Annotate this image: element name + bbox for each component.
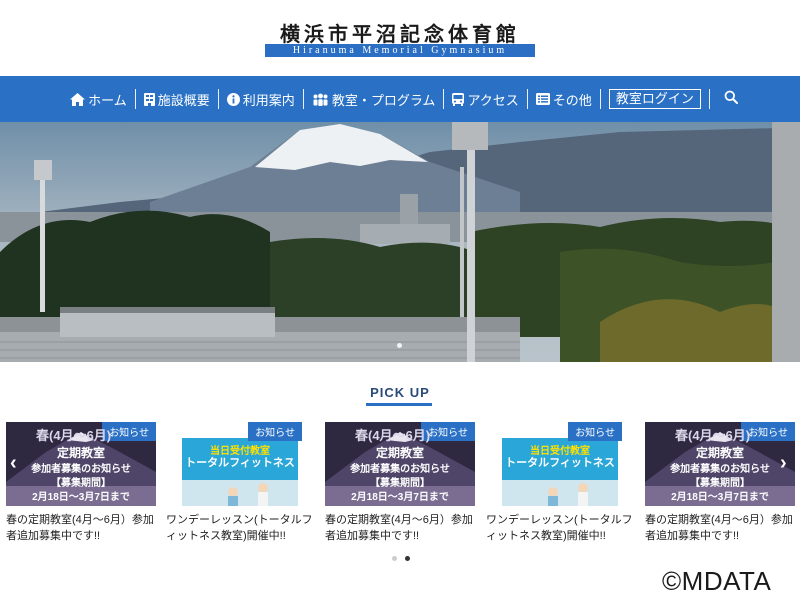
nav-item-home[interactable]: ホーム <box>62 89 135 109</box>
notice-badge: お知らせ <box>248 422 302 441</box>
card-line: 2月18日～3月7日まで <box>351 492 449 503</box>
notice-badge: お知らせ <box>568 422 622 441</box>
site-header: 横浜市平沼記念体育館 Hiranuma Memorial Gymnasium <box>0 0 800 76</box>
pickup-heading: PICK UP <box>370 385 430 400</box>
info-icon <box>226 92 240 106</box>
card-caption[interactable]: ワンデーレッスン(トータルフィットネス教室)開催中!! <box>166 512 318 544</box>
search-button[interactable] <box>724 90 738 109</box>
card-line: 【募集期間】 <box>370 478 430 489</box>
card-line: 【募集期間】 <box>51 478 111 489</box>
card-line: 【募集期間】 <box>690 478 750 489</box>
chevron-right-icon: › <box>780 452 787 474</box>
page-root: 横浜市平沼記念体育館 Hiranuma Memorial Gymnasium ホ… <box>0 0 800 600</box>
nav-item-access[interactable]: アクセス <box>444 89 526 109</box>
nav-divider <box>599 89 601 109</box>
main-nav: ホーム 施設概要 利用案内 教室・プログラム アクセス その他 教室ログイン <box>0 76 800 122</box>
building-icon <box>143 92 155 106</box>
carousel-dots <box>392 556 410 561</box>
nav-divider <box>526 89 528 109</box>
bus-icon <box>452 92 465 106</box>
card-line: 定期教室 <box>375 446 424 460</box>
nav-divider <box>302 89 304 109</box>
nav-item-other[interactable]: その他 <box>528 89 600 109</box>
nav-label: アクセス <box>467 92 519 108</box>
nav-divider <box>217 89 219 109</box>
card-line: 参加者募集のお知らせ <box>31 464 131 475</box>
card-line: 参加者募集のお知らせ <box>670 464 770 475</box>
card-caption[interactable]: 春の定期教室(4月～6月）参加者追加募集中です!! <box>6 512 158 544</box>
card-line: 春(4月～6月) <box>675 428 751 443</box>
carousel-dot[interactable] <box>392 556 397 561</box>
card-line: 2月18日～3月7日まで <box>671 492 769 503</box>
card-line: 参加者募集のお知らせ <box>350 464 450 475</box>
hero-image <box>0 122 800 362</box>
copyright-watermark: ©MDATA <box>662 566 772 596</box>
pickup-card[interactable]: お知らせ 春(4月～6月) 定期教室 参加者募集のお知らせ 【募集期間】 2月1… <box>6 422 156 506</box>
search-icon <box>724 90 738 109</box>
nav-item-programs[interactable]: 教室・プログラム <box>304 89 444 109</box>
list-icon <box>535 93 550 105</box>
nav-item-usage[interactable]: 利用案内 <box>219 89 303 109</box>
card-caption[interactable]: ワンデーレッスン(トータルフィットネス教室)開催中!! <box>486 512 638 544</box>
card-caption[interactable]: 春の定期教室(4月～6月）参加者追加募集中です!! <box>325 512 477 544</box>
carousel-prev-button[interactable]: ‹ <box>10 452 17 475</box>
card-caption[interactable]: 春の定期教室(4月～6月）参加者追加募集中です!! <box>645 512 797 544</box>
card-line: 2月18日～3月7日まで <box>32 492 130 503</box>
nav-divider <box>708 89 710 109</box>
pickup-underline <box>366 403 432 406</box>
card-line: 春(4月～6月) <box>36 428 112 443</box>
card-line: 定期教室 <box>695 446 744 460</box>
nav-label: ホーム <box>88 92 127 108</box>
nav-label: 利用案内 <box>242 92 295 108</box>
carousel-next-button[interactable]: › <box>780 452 787 475</box>
site-title[interactable]: 横浜市平沼記念体育館 <box>0 18 800 47</box>
classroom-login-button[interactable]: 教室ログイン <box>608 89 701 109</box>
nav-label: その他 <box>552 92 592 108</box>
nav-label: 教室・プログラム <box>331 92 436 108</box>
home-icon <box>70 92 86 106</box>
pickup-card[interactable]: お知らせ 春(4月～6月) 定期教室 参加者募集のお知らせ 【募集期間】 2月1… <box>645 422 795 506</box>
card-line: 定期教室 <box>56 446 105 460</box>
pickup-card[interactable]: お知らせ 当日受付教室 トータルフィットネス <box>178 422 302 506</box>
site-subtitle: Hiranuma Memorial Gymnasium <box>265 44 535 57</box>
people-icon <box>312 93 329 106</box>
card-line: 春(4月～6月) <box>355 428 431 443</box>
nav-label: 施設概要 <box>157 92 210 108</box>
card-line: トータルフィットネス <box>505 457 615 469</box>
hero-slide-dot[interactable] <box>397 343 402 348</box>
nav-item-facility[interactable]: 施設概要 <box>136 89 218 109</box>
nav-divider <box>443 89 445 109</box>
pickup-card[interactable]: お知らせ 春(4月～6月) 定期教室 参加者募集のお知らせ 【募集期間】 2月1… <box>325 422 475 506</box>
carousel-dot-active[interactable] <box>405 556 410 561</box>
card-line: トータルフィットネス <box>185 457 295 469</box>
chevron-left-icon: ‹ <box>10 452 17 474</box>
pickup-card[interactable]: お知らせ 当日受付教室 トータルフィットネス <box>498 422 622 506</box>
nav-divider <box>134 89 136 109</box>
